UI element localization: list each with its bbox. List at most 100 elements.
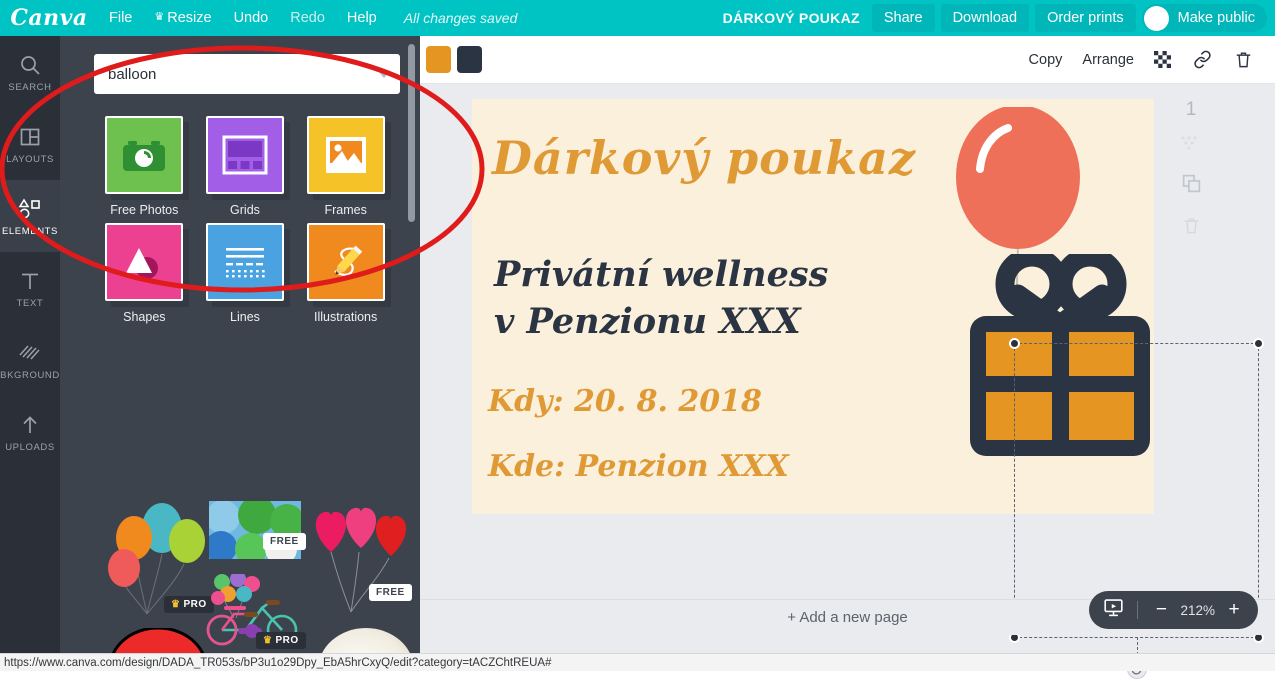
category-label: Frames xyxy=(324,203,366,217)
category-tile-wrap xyxy=(206,116,284,194)
pencil-icon xyxy=(322,241,370,283)
sidebar-label-search: SEARCH xyxy=(8,82,51,93)
zoom-divider xyxy=(1137,601,1138,619)
shapes-tile[interactable] xyxy=(105,223,183,301)
category-tile-wrap xyxy=(105,116,183,194)
resize-handle-top-left[interactable] xyxy=(1009,338,1020,349)
design-subtitle-line1: Privátní wellness xyxy=(494,254,828,295)
menu-redo[interactable]: Redo xyxy=(279,0,336,36)
lines-tile[interactable] xyxy=(206,223,284,301)
category-tile-wrap xyxy=(206,223,284,301)
category-grids[interactable]: Grids xyxy=(195,116,296,217)
camera-icon xyxy=(121,137,167,173)
share-button[interactable]: Share xyxy=(872,4,935,32)
download-button[interactable]: Download xyxy=(941,4,1030,32)
result-heart-balloons[interactable]: FREE xyxy=(309,496,414,621)
design-title-text[interactable]: Dárkový poukaz xyxy=(492,131,916,185)
make-public-toggle[interactable]: Make public xyxy=(1142,4,1267,32)
illustrations-tile[interactable] xyxy=(307,223,385,301)
search-icon xyxy=(18,51,42,79)
arrange-button[interactable]: Arrange xyxy=(1082,52,1134,68)
top-bar-right-group: DÁRKOVÝ POUKAZ Share Download Order prin… xyxy=(711,0,1275,36)
trash-icon[interactable] xyxy=(1168,216,1214,235)
make-public-label: Make public xyxy=(1178,10,1255,26)
category-label: Shapes xyxy=(123,310,165,324)
drag-dots-icon[interactable] xyxy=(1168,135,1214,151)
canvas-toolbar: Copy Arrange xyxy=(420,36,1275,84)
browser-status-bar: https://www.canva.com/design/DADA_TR053s… xyxy=(0,653,1275,671)
badge-label: FREE xyxy=(376,587,405,598)
sidebar-item-search[interactable]: SEARCH xyxy=(0,36,60,108)
chevron-down-icon[interactable] xyxy=(378,71,390,78)
crown-icon: ♛ xyxy=(154,11,164,23)
category-illustrations[interactable]: Illustrations xyxy=(295,223,396,324)
result-red-balloon[interactable] xyxy=(108,628,208,653)
crown-icon: ♛ xyxy=(171,599,180,610)
duplicate-icon[interactable] xyxy=(1168,173,1214,194)
menu-file[interactable]: File xyxy=(98,0,143,36)
sidebar-item-text[interactable]: TEXT xyxy=(0,252,60,324)
toggle-knob xyxy=(1144,6,1169,31)
design-where-text[interactable]: Kde: Penzion XXX xyxy=(488,449,789,484)
menu-help[interactable]: Help xyxy=(336,0,388,36)
badge-free: FREE xyxy=(263,533,306,550)
sidebar-item-background[interactable]: BKGROUND xyxy=(0,324,60,396)
link-icon[interactable] xyxy=(1193,50,1212,69)
design-subtitle-text[interactable]: Privátní wellness v Penzionu XXX xyxy=(494,251,828,346)
menu-resize[interactable]: ♛Resize xyxy=(143,0,222,36)
shapes-icon xyxy=(121,242,167,282)
page-side-controls: 1 xyxy=(1168,99,1214,257)
category-tile-wrap xyxy=(307,223,385,301)
results-row: ♛ PRO FREE xyxy=(94,496,420,646)
zoom-in-button[interactable]: + xyxy=(1224,599,1244,621)
menu-resize-label: Resize xyxy=(167,10,211,26)
sidebar-item-layouts[interactable]: LAYOUTS xyxy=(0,108,60,180)
category-label: Free Photos xyxy=(110,203,178,217)
panel-scrollbar[interactable] xyxy=(408,44,415,222)
color-swatch-orange[interactable] xyxy=(426,46,451,73)
search-input[interactable]: balloon xyxy=(94,54,400,94)
sidebar-label-elements: ELEMENTS xyxy=(2,226,58,237)
free-photos-tile[interactable] xyxy=(105,116,183,194)
sidebar-item-elements[interactable]: ELEMENTS xyxy=(0,180,60,252)
category-free-photos[interactable]: Free Photos xyxy=(94,116,195,217)
category-frames[interactable]: Frames xyxy=(295,116,396,217)
color-swatch-dark[interactable] xyxy=(457,46,482,73)
text-icon xyxy=(18,267,42,295)
order-prints-button[interactable]: Order prints xyxy=(1035,4,1136,32)
category-shapes[interactable]: Shapes xyxy=(94,223,195,324)
elements-panel: balloon Free Photos xyxy=(60,36,420,653)
design-page-wrapper: Dárkový poukaz Privátní wellness v Penzi… xyxy=(472,99,1154,514)
category-lines[interactable]: Lines xyxy=(195,223,296,324)
category-label: Illustrations xyxy=(314,310,377,324)
zoom-out-button[interactable]: − xyxy=(1151,599,1171,621)
result-balloons-bunch[interactable]: ♛ PRO xyxy=(102,496,212,621)
add-new-page-label: + Add a new page xyxy=(787,609,908,626)
search-input-value: balloon xyxy=(108,66,378,83)
result-bicycle-balloons[interactable]: ♛ PRO xyxy=(204,574,309,651)
trash-icon[interactable] xyxy=(1234,50,1253,69)
search-results: ♛ PRO FREE xyxy=(94,496,420,646)
sidebar-label-layouts: LAYOUTS xyxy=(6,154,54,165)
top-menu-bar: Canva File ♛Resize Undo Redo Help All ch… xyxy=(0,0,1275,36)
photo-frame-icon xyxy=(323,135,369,175)
badge-label: FREE xyxy=(270,536,299,547)
result-balloon-photo[interactable]: FREE xyxy=(209,501,301,564)
sidebar-item-uploads[interactable]: UPLOADS xyxy=(0,396,60,468)
result-white-balloon[interactable] xyxy=(316,626,416,653)
design-when-text[interactable]: Kdy: 20. 8. 2018 xyxy=(488,384,762,419)
crown-icon: ♛ xyxy=(263,635,272,646)
transparency-icon[interactable] xyxy=(1154,51,1171,68)
search-area: balloon xyxy=(60,36,420,94)
copy-button[interactable]: Copy xyxy=(1029,52,1063,68)
menu-undo[interactable]: Undo xyxy=(223,0,280,36)
background-icon xyxy=(18,339,42,367)
grids-tile[interactable] xyxy=(206,116,284,194)
zoom-controls: − 212% + xyxy=(1089,591,1258,629)
resize-handle-top-right[interactable] xyxy=(1253,338,1264,349)
badge-pro: ♛ PRO xyxy=(256,632,306,649)
canva-logo[interactable]: Canva xyxy=(0,5,98,31)
present-icon[interactable] xyxy=(1103,597,1124,623)
category-tile-wrap xyxy=(307,116,385,194)
frames-tile[interactable] xyxy=(307,116,385,194)
